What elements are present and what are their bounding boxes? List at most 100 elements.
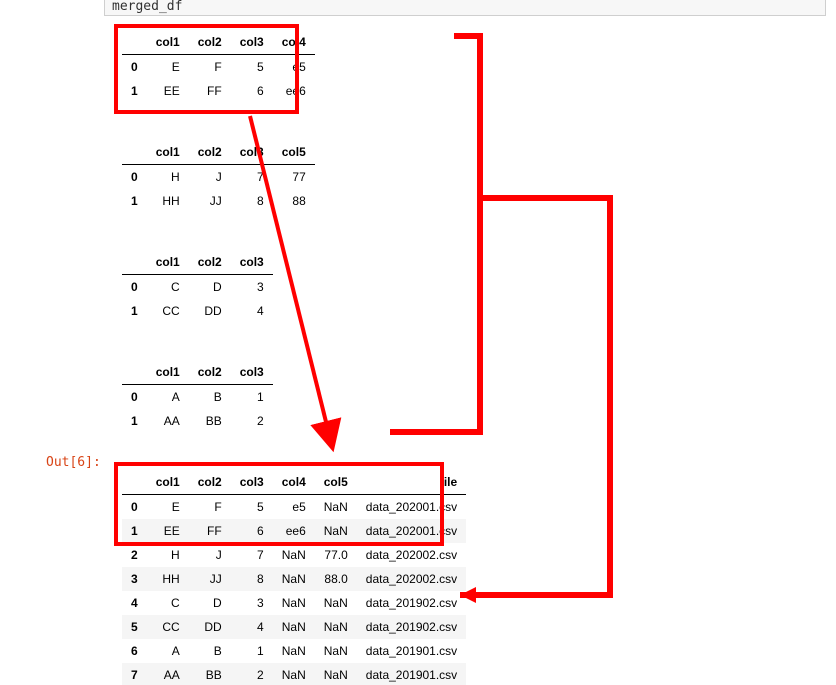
cell: AA — [147, 663, 189, 685]
table-row: 3 HH JJ 8 NaN 88.0 data_202002.csv — [122, 567, 466, 591]
row-idx: 0 — [122, 165, 147, 190]
cell: HH — [147, 567, 189, 591]
row-idx: 1 — [122, 519, 147, 543]
idx-header — [122, 140, 147, 165]
table-row: 1 EE FF 6 ee6 — [122, 79, 315, 103]
cell: D — [189, 591, 231, 615]
col-header: col2 — [189, 360, 231, 385]
col-header: col2 — [189, 30, 231, 55]
row-idx: 1 — [122, 189, 147, 213]
idx-header — [122, 470, 147, 495]
cell: 2 — [231, 663, 273, 685]
cell: B — [189, 385, 231, 410]
cell: NaN — [273, 639, 315, 663]
cell: data_201901.csv — [357, 663, 466, 685]
col-header: file — [357, 470, 466, 495]
cell: E — [147, 55, 189, 80]
dataframe-1: col1 col2 col3 col4 0 E F 5 e5 1 EE FF 6 — [122, 30, 315, 103]
row-idx: 0 — [122, 55, 147, 80]
cell: DD — [189, 615, 231, 639]
row-idx: 1 — [122, 299, 147, 323]
cell: J — [189, 543, 231, 567]
cell: NaN — [273, 543, 315, 567]
cell: e5 — [273, 55, 315, 80]
table-row: 0 A B 1 — [122, 385, 273, 410]
annotation-bracket — [390, 36, 480, 432]
col-header: col5 — [315, 470, 357, 495]
cell: NaN — [315, 591, 357, 615]
cell: AA — [147, 409, 189, 433]
annotation-bracket — [460, 198, 610, 595]
table-row: 0 E F 5 e5 NaN data_202001.csv — [122, 495, 466, 520]
col-header: col4 — [273, 470, 315, 495]
row-idx: 4 — [122, 591, 147, 615]
out-prompt: Out[6]: — [46, 455, 101, 470]
cell: data_202002.csv — [357, 543, 466, 567]
cell: EE — [147, 79, 189, 103]
col-header: col2 — [189, 140, 231, 165]
cell: 6 — [231, 519, 273, 543]
cell: J — [189, 165, 231, 190]
cell: 1 — [231, 385, 273, 410]
col-header: col3 — [231, 140, 273, 165]
code-cell-input[interactable]: merged_df — [104, 0, 826, 16]
cell: JJ — [189, 567, 231, 591]
row-idx: 7 — [122, 663, 147, 685]
cell: NaN — [315, 615, 357, 639]
table-row: 1 AA BB 2 — [122, 409, 273, 433]
table-row: 0 C D 3 — [122, 275, 273, 300]
cell: 5 — [231, 495, 273, 520]
cell: NaN — [273, 663, 315, 685]
cell: C — [147, 275, 189, 300]
col-header: col2 — [189, 250, 231, 275]
cell: B — [189, 639, 231, 663]
table-row: 0 E F 5 e5 — [122, 55, 315, 80]
col-header: col3 — [231, 360, 273, 385]
cell: data_201901.csv — [357, 639, 466, 663]
cell: 88 — [273, 189, 315, 213]
cell: 4 — [231, 299, 273, 323]
table-row: 7 AA BB 2 NaN NaN data_201901.csv — [122, 663, 466, 685]
cell: 8 — [231, 189, 273, 213]
col-header: col4 — [273, 30, 315, 55]
col-header: col5 — [273, 140, 315, 165]
cell: NaN — [273, 567, 315, 591]
code-text: merged_df — [112, 0, 182, 14]
cell: 1 — [231, 639, 273, 663]
col-header: col1 — [147, 30, 189, 55]
cell: data_202002.csv — [357, 567, 466, 591]
cell: BB — [189, 409, 231, 433]
cell: 5 — [231, 55, 273, 80]
cell: NaN — [315, 519, 357, 543]
cell: 77 — [273, 165, 315, 190]
cell: NaN — [273, 591, 315, 615]
cell: D — [189, 275, 231, 300]
row-idx: 3 — [122, 567, 147, 591]
dataframe-2: col1 col2 col3 col5 0 H J 7 77 1 HH JJ 8 — [122, 140, 315, 213]
cell: ee6 — [273, 519, 315, 543]
cell: 2 — [231, 409, 273, 433]
cell: DD — [189, 299, 231, 323]
col-header: col1 — [147, 250, 189, 275]
col-header: col3 — [231, 30, 273, 55]
col-header: col1 — [147, 140, 189, 165]
cell: C — [147, 591, 189, 615]
col-header: col1 — [147, 360, 189, 385]
idx-header — [122, 360, 147, 385]
cell: JJ — [189, 189, 231, 213]
cell: E — [147, 495, 189, 520]
row-idx: 0 — [122, 495, 147, 520]
row-idx: 6 — [122, 639, 147, 663]
cell: FF — [189, 79, 231, 103]
row-idx: 1 — [122, 79, 147, 103]
cell: EE — [147, 519, 189, 543]
table-row: 1 CC DD 4 — [122, 299, 273, 323]
cell: 7 — [231, 543, 273, 567]
cell: CC — [147, 615, 189, 639]
row-idx: 1 — [122, 409, 147, 433]
col-header: col3 — [231, 250, 273, 275]
cell: 6 — [231, 79, 273, 103]
cell: A — [147, 385, 189, 410]
row-idx: 5 — [122, 615, 147, 639]
cell: 4 — [231, 615, 273, 639]
